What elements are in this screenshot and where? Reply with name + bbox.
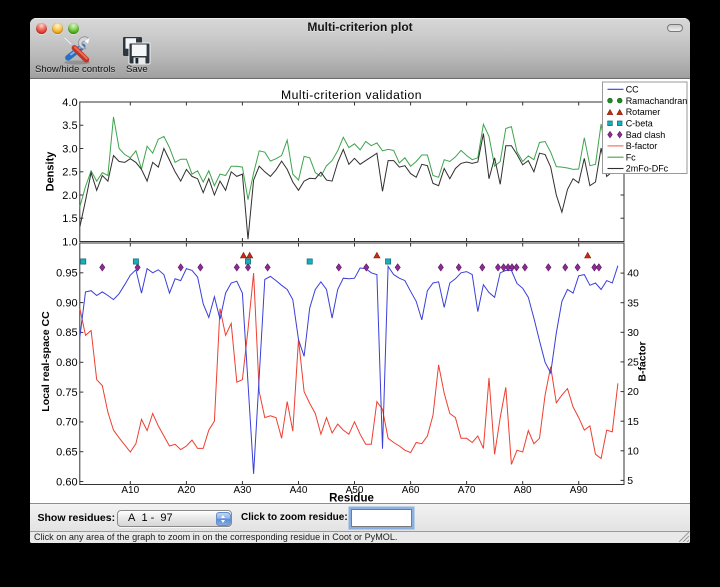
svg-text:Ramachandran: Ramachandran xyxy=(626,96,688,106)
svg-text:0.65: 0.65 xyxy=(56,447,77,459)
svg-text:0.70: 0.70 xyxy=(56,417,77,429)
svg-text:A90: A90 xyxy=(570,485,588,496)
svg-text:0.85: 0.85 xyxy=(56,327,77,339)
svg-text:35: 35 xyxy=(627,297,639,309)
svg-text:0.95: 0.95 xyxy=(56,268,77,280)
svg-text:A80: A80 xyxy=(514,485,532,496)
svg-text:1.5: 1.5 xyxy=(62,213,77,225)
svg-text:0.80: 0.80 xyxy=(56,357,77,369)
svg-text:10: 10 xyxy=(627,445,639,457)
svg-text:20: 20 xyxy=(627,386,639,398)
svg-text:3.0: 3.0 xyxy=(62,143,77,155)
svg-text:2.5: 2.5 xyxy=(62,167,77,179)
svg-text:0.90: 0.90 xyxy=(56,297,77,309)
svg-text:4.0: 4.0 xyxy=(62,97,77,109)
svg-text:30: 30 xyxy=(627,327,639,339)
svg-text:Residue: Residue xyxy=(329,493,374,504)
svg-text:C-beta: C-beta xyxy=(626,119,653,129)
svg-text:Multi-criterion validation: Multi-criterion validation xyxy=(281,88,422,102)
svg-text:Density: Density xyxy=(45,151,57,192)
svg-text:A30: A30 xyxy=(234,485,252,496)
svg-text:A70: A70 xyxy=(458,485,476,496)
svg-text:CC: CC xyxy=(626,85,639,95)
svg-text:40: 40 xyxy=(627,268,639,280)
svg-text:15: 15 xyxy=(627,416,639,428)
svg-text:Bad clash: Bad clash xyxy=(626,130,666,140)
svg-text:3.5: 3.5 xyxy=(62,120,77,132)
svg-text:Rotamer: Rotamer xyxy=(626,107,661,117)
svg-text:A20: A20 xyxy=(178,485,196,496)
svg-text:1.0: 1.0 xyxy=(62,236,77,248)
svg-text:Local real-space CC: Local real-space CC xyxy=(40,311,52,412)
svg-text:2.0: 2.0 xyxy=(62,190,77,202)
svg-text:A10: A10 xyxy=(121,485,139,496)
svg-text:A40: A40 xyxy=(290,485,308,496)
svg-text:A60: A60 xyxy=(402,485,420,496)
svg-text:5: 5 xyxy=(627,475,633,487)
svg-text:Fc: Fc xyxy=(626,152,636,162)
svg-text:2mFo-DFc: 2mFo-DFc xyxy=(626,164,669,174)
svg-text:0.60: 0.60 xyxy=(56,476,77,488)
svg-text:B-factor: B-factor xyxy=(637,341,649,381)
svg-text:B-factor: B-factor xyxy=(626,141,658,151)
svg-text:0.75: 0.75 xyxy=(56,387,77,399)
